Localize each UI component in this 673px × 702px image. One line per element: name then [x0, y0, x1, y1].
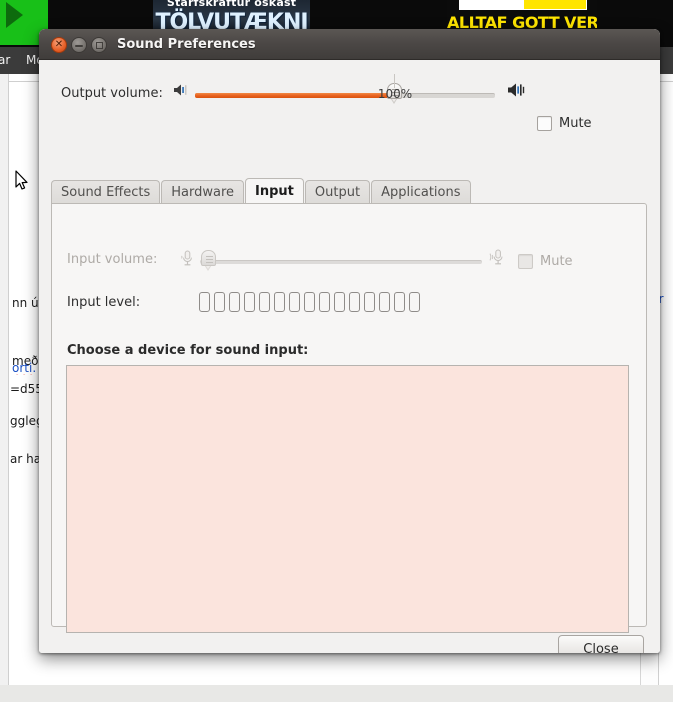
microphone-high-icon — [489, 248, 507, 270]
output-volume-label: Output volume: — [61, 86, 163, 101]
close-window-button[interactable]: ✕ — [51, 37, 67, 53]
sound-input-device-list[interactable] — [66, 365, 629, 633]
dialog-body: Output volume: 100% Mute Sound Effects H… — [39, 60, 660, 653]
slider-tick-mark — [394, 74, 395, 88]
page-frame-left — [8, 74, 9, 685]
page-gutter — [0, 74, 8, 685]
level-segment — [244, 292, 255, 312]
level-segment — [229, 292, 240, 312]
input-handle-body — [201, 250, 216, 266]
level-segment — [379, 292, 390, 312]
handle-grip-line — [206, 259, 213, 260]
mouse-cursor — [15, 170, 29, 195]
ad-banner-right-bar — [459, 0, 587, 10]
level-segment — [364, 292, 375, 312]
level-segment — [349, 292, 360, 312]
level-segment — [289, 292, 300, 312]
dialog-title-bar[interactable]: ✕ Sound Preferences — [39, 29, 660, 60]
input-mute-label: Mute — [540, 254, 573, 269]
handle-grip-line — [206, 256, 213, 257]
tab-bar: Sound Effects Hardware Input Output Appl… — [51, 178, 472, 204]
output-volume-slider[interactable] — [195, 83, 495, 104]
page-text-fragment: =d554c — [10, 382, 40, 396]
handle-grip-line — [206, 262, 213, 263]
page-text-fragment: nn útile — [12, 296, 40, 310]
page-text-fragment-link[interactable]: orti. — [12, 361, 40, 375]
level-segment — [319, 292, 330, 312]
microphone-low-icon — [180, 249, 196, 271]
screen: Starfskraftur óskast TÖLVUTÆKNI ALLTAF G… — [0, 0, 673, 702]
tab-input[interactable]: Input — [245, 178, 304, 204]
tab-applications[interactable]: Applications — [371, 180, 471, 204]
page-text-fragment: ar har — [10, 452, 40, 466]
output-mute-label: Mute — [559, 116, 592, 131]
input-mute-checkbox[interactable] — [518, 254, 533, 269]
close-button[interactable]: Close — [558, 635, 644, 653]
level-segment — [199, 292, 210, 312]
close-icon: ✕ — [54, 39, 64, 50]
menu-item-1[interactable]: ar — [0, 51, 14, 70]
slider-fill — [195, 93, 394, 98]
tab-hardware[interactable]: Hardware — [161, 180, 245, 204]
input-tab-panel: Input volume: Mute Input level: Choose a… — [51, 203, 647, 633]
level-segment — [214, 292, 225, 312]
maximize-icon — [96, 42, 103, 49]
speaker-low-icon — [172, 82, 190, 102]
input-slider-track — [200, 260, 482, 264]
input-level-meter — [199, 292, 420, 312]
level-segment — [409, 292, 420, 312]
maximize-window-button[interactable] — [91, 37, 107, 53]
level-segment — [304, 292, 315, 312]
level-segment — [274, 292, 285, 312]
input-volume-label: Input volume: — [67, 252, 158, 267]
choose-device-label: Choose a device for sound input: — [67, 343, 309, 358]
level-segment — [334, 292, 345, 312]
ad-banner-center-line1: Starfskraftur óskast — [166, 0, 297, 9]
input-slider-handle[interactable] — [201, 250, 216, 272]
page-bottom-strip — [0, 685, 673, 702]
page-text-fragment: gglega — [10, 414, 40, 428]
minimize-window-button[interactable] — [71, 37, 87, 53]
output-mute-checkbox[interactable] — [537, 116, 552, 131]
sound-preferences-dialog: ✕ Sound Preferences Output volume: 100% … — [39, 29, 660, 653]
level-segment — [259, 292, 270, 312]
tab-output[interactable]: Output — [304, 180, 371, 204]
window-title: Sound Preferences — [117, 37, 256, 52]
minimize-icon — [75, 45, 83, 47]
input-volume-slider[interactable] — [200, 250, 482, 271]
level-segment — [394, 292, 405, 312]
output-volume-percent: 100% — [377, 87, 413, 101]
speaker-high-icon — [506, 81, 526, 103]
input-level-label: Input level: — [67, 295, 141, 310]
tab-sound-effects[interactable]: Sound Effects — [51, 180, 161, 204]
